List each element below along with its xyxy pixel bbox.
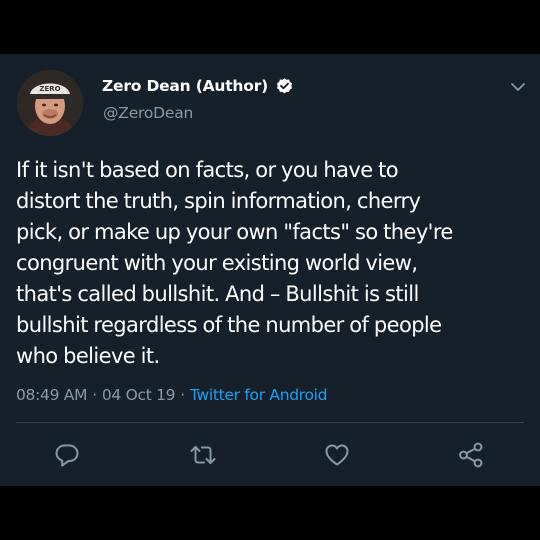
screenshot-frame: ZERO Zero Dean (Author) @ZeroDean If it (0, 0, 540, 540)
actions-divider (16, 422, 524, 423)
tweet-text-line: that's called bullshit. And – Bullshit i… (16, 282, 419, 306)
meta-separator: · (180, 386, 185, 404)
share-button[interactable] (457, 441, 485, 469)
tweet-text: If it isn't based on facts, or you have … (16, 155, 526, 372)
avatar-photo-icon: ZERO (17, 70, 83, 136)
share-icon (459, 442, 483, 468)
tweet-date: 04 Oct 19 (101, 386, 176, 404)
author-avatar[interactable]: ZERO (17, 70, 83, 136)
tweet-text-line: congruent with your existing world view, (16, 251, 418, 275)
tweet-source-link[interactable]: Twitter for Android (190, 386, 328, 404)
tweet-text-line: bullshit regardless of the number of peo… (16, 313, 442, 337)
tweet-card: ZERO Zero Dean (Author) @ZeroDean If it (0, 54, 540, 486)
author-display-name[interactable]: Zero Dean (Author) (102, 77, 268, 95)
tweet-metadata: 08:49 AM · 04 Oct 19 · Twitter for Andro… (16, 383, 328, 407)
tweet-time: 08:49 AM (16, 386, 88, 404)
heart-icon (325, 444, 349, 466)
retweet-button[interactable] (189, 441, 217, 469)
tweet-text-line: distort the truth, spin information, che… (16, 189, 421, 213)
tweet-text-line: If it isn't based on facts, or you have … (16, 158, 399, 182)
reply-button[interactable] (53, 441, 81, 469)
avatar-cap-text: ZERO (39, 85, 60, 93)
tweet-text-line: pick, or make up your own "facts" so the… (16, 220, 453, 244)
like-button[interactable] (323, 441, 351, 469)
meta-separator: · (92, 386, 97, 404)
tweet-menu-chevron-down-icon[interactable] (509, 80, 527, 94)
author-name-row: Zero Dean (Author) (102, 74, 294, 98)
author-handle[interactable]: @ZeroDean (103, 104, 193, 122)
retweet-icon (190, 446, 216, 464)
tweet-text-line: who believe it. (16, 344, 160, 368)
reply-icon (55, 444, 79, 467)
verified-badge-icon (275, 77, 294, 96)
